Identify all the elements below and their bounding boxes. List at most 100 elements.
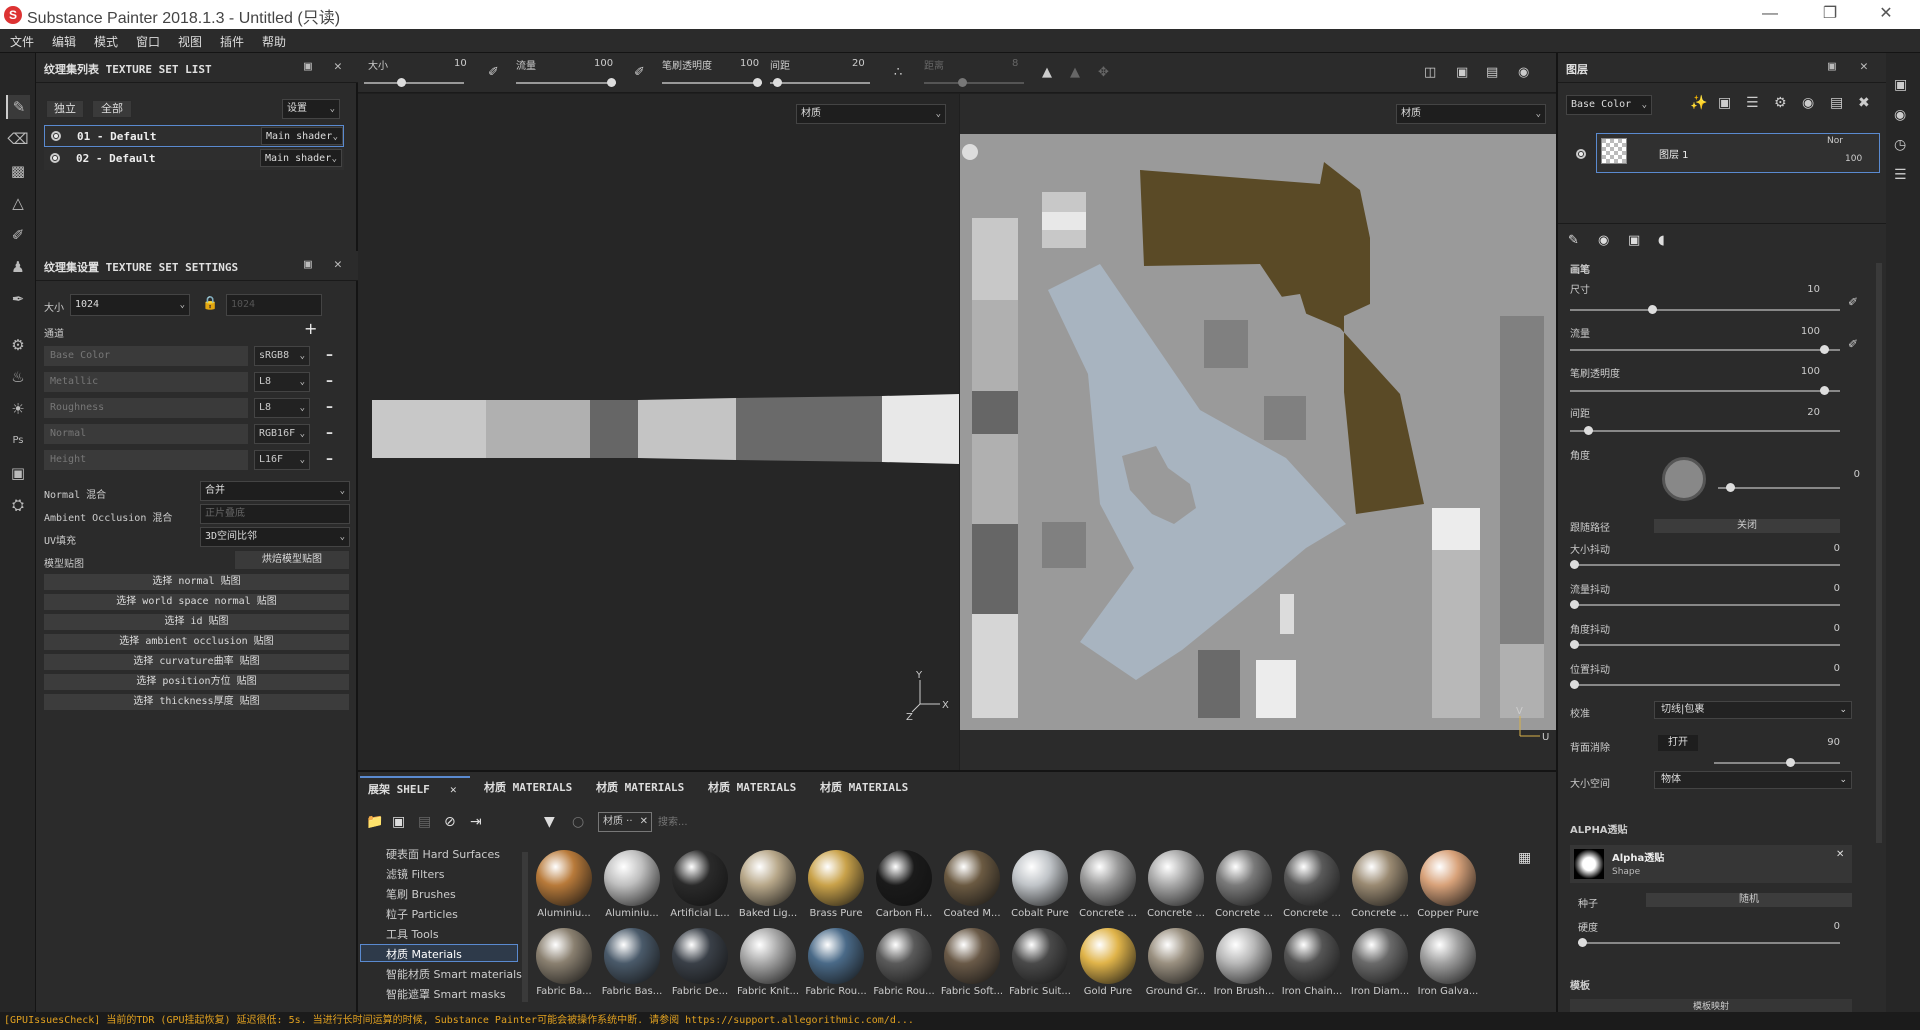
spacing-slider-knob[interactable] bbox=[773, 78, 782, 87]
material-tile[interactable]: Copper Pure bbox=[1416, 848, 1480, 922]
visibility-radio-icon[interactable] bbox=[50, 153, 60, 163]
category-smart-masks[interactable]: 智能遮罩 Smart masks bbox=[386, 986, 506, 1002]
brush-spacing-value[interactable]: 20 bbox=[1760, 407, 1820, 418]
close-tab-icon[interactable]: ✕ bbox=[450, 778, 457, 802]
pen-pressure-icon[interactable]: ✐ bbox=[1848, 295, 1858, 309]
view-mode-icon[interactable]: ◫ bbox=[1424, 65, 1436, 80]
material-tile[interactable]: Concrete ... bbox=[1280, 848, 1344, 922]
tab-materials[interactable]: 材质 MATERIALS bbox=[820, 776, 908, 800]
filter-icon[interactable]: ▼ bbox=[544, 814, 555, 830]
tab-materials[interactable]: 材质 MATERIALS bbox=[708, 776, 796, 800]
flow-jitter-track[interactable] bbox=[1570, 604, 1840, 606]
backface-knob[interactable] bbox=[1786, 758, 1795, 767]
brush-angle-value[interactable]: 0 bbox=[1800, 469, 1860, 480]
spacing-slider-track[interactable] bbox=[770, 82, 870, 84]
symmetry-icon[interactable]: ▲ bbox=[1042, 65, 1052, 80]
brush-opacity-knob[interactable] bbox=[1820, 386, 1829, 395]
material-tile[interactable]: Fabric Knit... bbox=[736, 926, 800, 1000]
shader-dropdown[interactable]: Main shader ⌄ bbox=[260, 149, 342, 167]
position-jitter-track[interactable] bbox=[1570, 684, 1840, 686]
flow-slider-knob[interactable] bbox=[607, 78, 616, 87]
float-panel-icon[interactable]: ▣ bbox=[1828, 59, 1836, 74]
remove-channel-icon[interactable]: – bbox=[326, 399, 333, 415]
category-particles[interactable]: 粒子 Particles bbox=[386, 906, 458, 922]
follow-path-toggle[interactable]: 关闭 bbox=[1654, 519, 1840, 533]
position-jitter-value[interactable]: 0 bbox=[1780, 663, 1840, 674]
material-tile[interactable]: Concrete ... bbox=[1348, 848, 1412, 922]
bake-mesh-maps-button[interactable]: 烘焙模型贴图 bbox=[234, 550, 350, 570]
brush-size-track[interactable] bbox=[1570, 309, 1840, 311]
tab-shelf[interactable]: 展架 SHELF ✕ bbox=[360, 776, 470, 800]
material-tile[interactable]: Artificial L... bbox=[668, 848, 732, 922]
material-tile[interactable]: Fabric Ba... bbox=[532, 926, 596, 1000]
backface-value[interactable]: 90 bbox=[1780, 737, 1840, 748]
material-tile[interactable]: Iron Diam... bbox=[1348, 926, 1412, 1000]
select-curvature-map-button[interactable]: 选择 curvature曲率 贴图 bbox=[44, 654, 349, 670]
select-id-map-button[interactable]: 选择 id 贴图 bbox=[44, 614, 349, 630]
layer-channel-dropdown[interactable]: Base Color ⌄ bbox=[1566, 95, 1652, 115]
menu-edit[interactable]: 编辑 bbox=[52, 33, 76, 50]
channel-format-dropdown[interactable]: L16F ⌄ bbox=[254, 450, 310, 470]
color-picker-icon[interactable]: ✒ bbox=[6, 287, 30, 311]
material-tile[interactable]: Concrete ... bbox=[1212, 848, 1276, 922]
size-dropdown[interactable]: 1024 ⌄ bbox=[70, 294, 190, 316]
solo-button[interactable]: 独立 bbox=[46, 100, 84, 118]
material-tile[interactable]: Cobalt Pure bbox=[1008, 848, 1072, 922]
paint-brush-icon[interactable]: ✎ bbox=[6, 95, 30, 119]
size-jitter-knob[interactable] bbox=[1570, 560, 1579, 569]
close-panel-icon[interactable]: ✕ bbox=[334, 257, 342, 272]
angle-dial[interactable] bbox=[1662, 457, 1706, 501]
menu-file[interactable]: 文件 bbox=[10, 33, 34, 50]
size-slider-track[interactable] bbox=[364, 82, 464, 84]
close-panel-icon[interactable]: ✕ bbox=[334, 59, 342, 74]
tab-materials[interactable]: 材质 MATERIALS bbox=[596, 776, 684, 800]
select-normal-map-button[interactable]: 选择 normal 贴图 bbox=[44, 574, 349, 590]
stencil-slot[interactable]: 模板映射 bbox=[1570, 999, 1852, 1012]
brush-spacing-track[interactable] bbox=[1570, 430, 1840, 432]
position-jitter-knob[interactable] bbox=[1570, 680, 1579, 689]
stencil-tab-icon[interactable]: ◖ bbox=[1658, 233, 1665, 248]
layer-blend-mode[interactable]: Nor bbox=[1827, 136, 1843, 146]
category-hard-surfaces[interactable]: 硬表面 Hard Surfaces bbox=[386, 846, 500, 862]
shelf-icon[interactable]: ▣ bbox=[1894, 77, 1907, 93]
material-tile[interactable]: Brass Pure bbox=[804, 848, 868, 922]
brush-size-knob[interactable] bbox=[1648, 305, 1657, 314]
material-tile[interactable]: Baked Lig... bbox=[736, 848, 800, 922]
close-icon[interactable]: ✕ bbox=[640, 813, 648, 831]
flow-jitter-knob[interactable] bbox=[1570, 600, 1579, 609]
float-panel-icon[interactable]: ▣ bbox=[304, 257, 312, 272]
material-tile[interactable]: Iron Chain... bbox=[1280, 926, 1344, 1000]
alignment-dropdown[interactable]: 切线|包裹 ⌄ bbox=[1654, 701, 1852, 719]
display-settings-icon[interactable]: ▣ bbox=[1456, 65, 1468, 80]
category-tools[interactable]: 工具 Tools bbox=[386, 926, 439, 942]
photoshop-icon[interactable]: Ps bbox=[6, 429, 30, 453]
flow-slider-track[interactable] bbox=[516, 82, 616, 84]
brush-angle-knob[interactable] bbox=[1726, 483, 1735, 492]
select-thickness-map-button[interactable]: 选择 thickness厚度 贴图 bbox=[44, 694, 349, 710]
uv-padding-dropdown[interactable]: 3D空间比邻 ⌄ bbox=[200, 527, 350, 547]
channel-format-dropdown[interactable]: L8 ⌄ bbox=[254, 398, 310, 418]
brush-opacity-value[interactable]: 100 bbox=[1760, 366, 1820, 377]
screenshot-icon[interactable]: ◉ bbox=[1518, 65, 1529, 80]
channel-format-dropdown[interactable]: sRGB8 ⌄ bbox=[254, 346, 310, 366]
bake-icon[interactable]: ⚙ bbox=[6, 333, 30, 357]
polygon-fill-icon[interactable]: △ bbox=[6, 191, 30, 215]
bell-icon[interactable]: ♨ bbox=[6, 365, 30, 389]
lazy-mouse-icon[interactable]: ∴ bbox=[894, 65, 902, 80]
category-materials[interactable]: 材质 Materials bbox=[386, 946, 462, 962]
material-tile[interactable]: Ground Gr... bbox=[1144, 926, 1208, 1000]
backface-toggle[interactable]: 打开 bbox=[1658, 735, 1698, 751]
material-tile[interactable]: Fabric Soft... bbox=[940, 926, 1004, 1000]
material-tab-icon[interactable]: ◉ bbox=[1598, 233, 1609, 248]
restore-button[interactable]: ❐ bbox=[1810, 2, 1850, 26]
clone-stamp-icon[interactable]: ♟ bbox=[6, 255, 30, 279]
brush-flow-track[interactable] bbox=[1570, 349, 1840, 351]
opacity-slider-track[interactable] bbox=[662, 82, 762, 84]
size-slider-knob[interactable] bbox=[397, 78, 406, 87]
add-paint-icon[interactable]: ◉ bbox=[1802, 95, 1814, 111]
hide-icon[interactable]: ⊘ bbox=[444, 814, 456, 830]
angle-jitter-knob[interactable] bbox=[1570, 640, 1579, 649]
brush-opacity-track[interactable] bbox=[1570, 390, 1840, 392]
category-smart-materials[interactable]: 智能材质 Smart materials bbox=[386, 966, 522, 982]
material-tile[interactable]: Fabric Rou... bbox=[872, 926, 936, 1000]
